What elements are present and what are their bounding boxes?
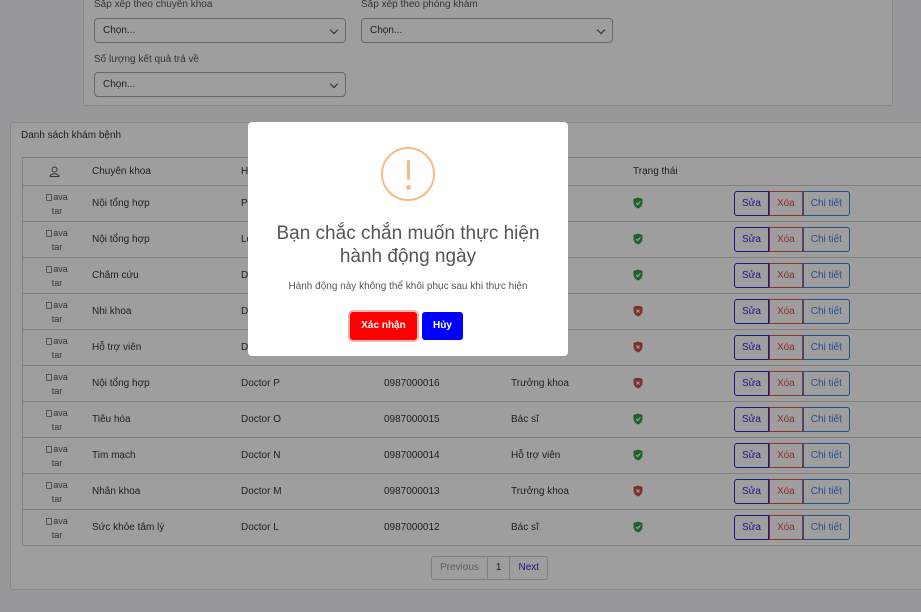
confirm-dialog: Bạn chắc chắn muốn thực hiện hành động n…: [248, 122, 568, 356]
dialog-message: Hành động này không thể khôi phục sau kh…: [288, 281, 528, 292]
warning-icon: [381, 147, 435, 201]
cancel-button[interactable]: Hủy: [422, 312, 463, 340]
dialog-title: Bạn chắc chắn muốn thực hiện hành động n…: [276, 223, 540, 267]
confirm-button[interactable]: Xác nhận: [350, 312, 417, 340]
